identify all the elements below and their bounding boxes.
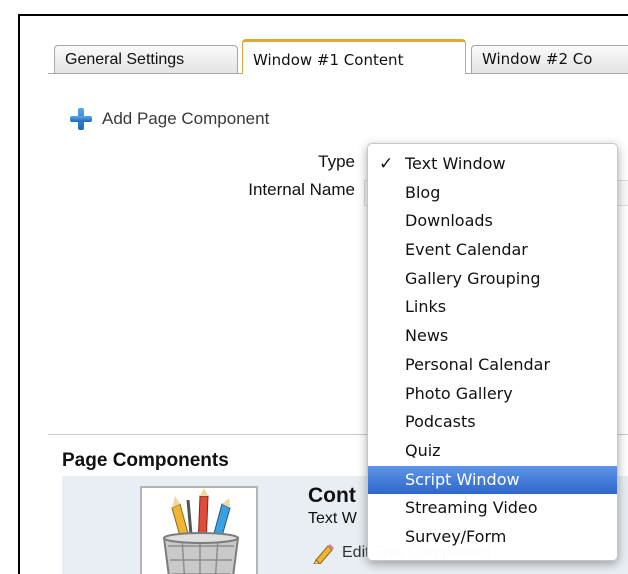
menu-item-blog[interactable]: Blog — [368, 179, 617, 208]
menu-item-label: Blog — [405, 182, 441, 202]
menu-item-label: Personal Calendar — [405, 354, 551, 374]
menu-item-label: Links — [405, 297, 447, 317]
menu-item-podcasts[interactable]: Podcasts — [368, 408, 617, 437]
menu-item-news[interactable]: News — [368, 322, 617, 351]
component-thumbnail[interactable] — [140, 486, 258, 574]
menu-item-label: News — [405, 326, 449, 346]
component-title: Cont — [308, 484, 356, 507]
menu-item-event-calendar[interactable]: Event Calendar — [368, 236, 617, 265]
menu-item-label: Quiz — [405, 440, 441, 460]
menu-item-downloads[interactable]: Downloads — [368, 207, 617, 236]
pencil-cup-icon — [162, 488, 240, 574]
tab-general-settings[interactable]: General Settings — [54, 45, 238, 73]
menu-item-label: Photo Gallery — [405, 383, 513, 403]
menu-item-label: Downloads — [405, 211, 493, 231]
menu-item-gallery-grouping[interactable]: Gallery Grouping — [368, 265, 617, 294]
menu-item-label: Text Window — [405, 154, 506, 173]
checkmark-icon: ✓ — [379, 154, 394, 174]
menu-item-script-window[interactable]: Script Window — [368, 465, 617, 495]
menu-item-label: Event Calendar — [405, 240, 528, 260]
menu-item-label: Podcasts — [405, 412, 476, 432]
add-page-component-label: Add Page Component — [102, 109, 270, 128]
add-page-component-button[interactable]: Add Page Component — [70, 106, 269, 132]
menu-item-links[interactable]: Links — [368, 293, 617, 322]
app-frame: General Settings Window #1 Content Windo… — [18, 14, 628, 574]
tab-strip: General Settings Window #1 Content Windo… — [20, 16, 628, 74]
type-label: Type — [318, 152, 355, 171]
internal-name-label: Internal Name — [248, 180, 355, 199]
plus-icon — [70, 108, 92, 130]
tab-window-1-content[interactable]: Window #1 Content — [242, 39, 466, 74]
type-dropdown-menu[interactable]: ✓ Text Window Blog Downloads Event Calen… — [367, 143, 618, 561]
component-type: Text W — [308, 510, 357, 527]
menu-item-label: Gallery Grouping — [405, 268, 541, 288]
menu-item-streaming-video[interactable]: Streaming Video — [368, 494, 617, 523]
menu-item-label: Survey/Form — [405, 526, 507, 546]
tab-window-2-content[interactable]: Window #2 Co — [471, 45, 628, 73]
menu-item-personal-calendar[interactable]: Personal Calendar — [368, 351, 617, 380]
menu-item-photo-gallery[interactable]: Photo Gallery — [368, 380, 617, 409]
menu-item-survey-form[interactable]: Survey/Form — [368, 523, 617, 552]
menu-item-label: Script Window — [405, 469, 520, 489]
menu-item-quiz[interactable]: Quiz — [368, 437, 617, 466]
menu-item-text-window[interactable]: ✓ Text Window — [368, 150, 617, 179]
menu-item-label: Streaming Video — [405, 498, 538, 518]
pencil-icon — [313, 544, 334, 564]
page-components-title: Page Components — [62, 450, 229, 471]
